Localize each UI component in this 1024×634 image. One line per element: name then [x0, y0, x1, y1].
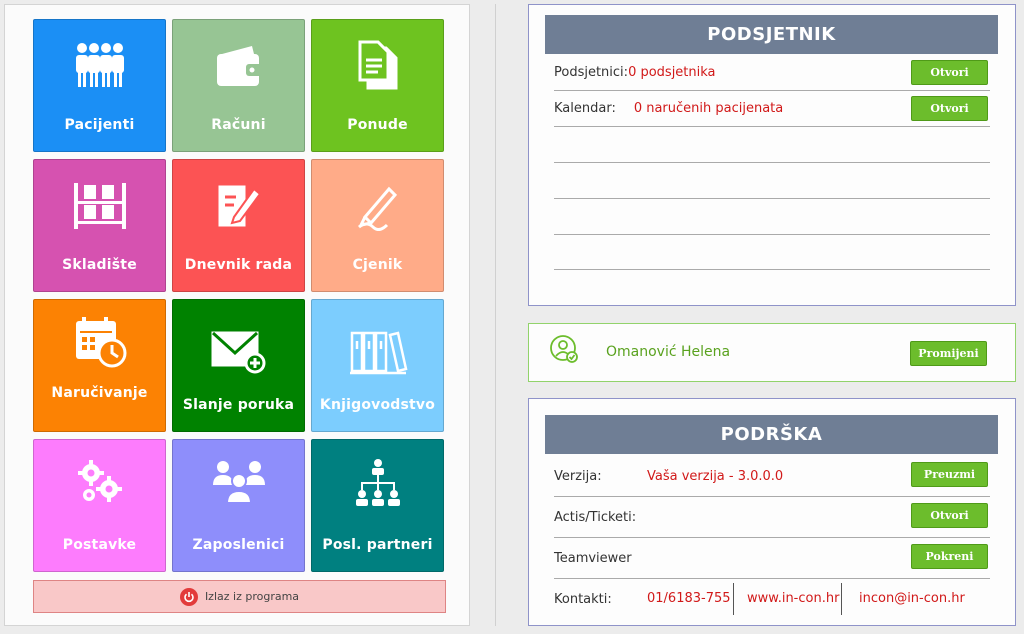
tile-label: Skladište	[62, 257, 137, 273]
support-panel: PODRŠKA Verzija: Vaša verzija - 3.0.0.0 …	[528, 398, 1016, 626]
shelf-icon	[73, 183, 126, 229]
documents-icon	[358, 40, 397, 90]
calendar-label: Kalendar:	[554, 101, 616, 116]
patients-icon	[75, 43, 124, 87]
version-row: Verzija: Vaša verzija - 3.0.0.0 Preuzmi	[554, 456, 990, 497]
teamviewer-label: Teamviewer	[554, 550, 632, 566]
calendar-row: Kalendar: 0 naručenih pacijenata Otvori	[554, 91, 990, 127]
empty-row-line	[554, 162, 990, 163]
tickets-row: Actis/Ticketi: Otvori	[554, 497, 990, 538]
tile-label: Pacijenti	[64, 117, 135, 133]
tile-label: Postavke	[62, 537, 137, 553]
tile-label: Cjenik	[352, 257, 403, 273]
tile-ponude[interactable]: Ponude	[311, 19, 444, 152]
contacts-label: Kontakti:	[554, 592, 612, 607]
reminder-label: Podsjetnici:	[554, 65, 629, 80]
pen-icon	[357, 186, 397, 231]
wallet-icon	[216, 46, 262, 86]
tile-pacijenti[interactable]: Pacijenti	[33, 19, 166, 152]
reminder-title: PODSJETNIK	[545, 15, 998, 54]
calendar-value: 0 naručenih pacijenata	[633, 101, 784, 116]
calendar-clock-icon	[75, 317, 126, 368]
employees-icon	[212, 461, 265, 504]
user-name: Omanović Helena	[606, 344, 731, 360]
tile-label: Knjigovodstvo	[319, 397, 436, 413]
tile-cjenik[interactable]: Cjenik	[311, 159, 444, 292]
contact-web[interactable]: www.in-con.hr	[747, 583, 843, 615]
contact-email[interactable]: incon@in-con.hr	[859, 583, 965, 615]
tile-label: Dnevnik rada	[184, 257, 293, 273]
tile-label: Računi	[211, 117, 266, 133]
tickets-label: Actis/Ticketi:	[554, 509, 637, 525]
tile-postavke[interactable]: Postavke	[33, 439, 166, 572]
contact-phone: 01/6183-755	[647, 583, 734, 615]
main-menu-panel: Pacijenti Računi Ponude Skladište Dnevni…	[4, 4, 470, 626]
reminder-value: 0 podsjetnika	[628, 65, 716, 80]
tile-racuni[interactable]: Računi	[172, 19, 305, 152]
teamviewer-row: Teamviewer Pokreni	[554, 538, 990, 579]
tile-label: Posl. partneri	[322, 537, 433, 553]
open-reminders-button[interactable]: Otvori	[911, 60, 988, 85]
tile-posl-partneri[interactable]: Posl. partneri	[311, 439, 444, 572]
user-icon	[549, 334, 581, 370]
exit-button[interactable]: Izlaz iz programa	[33, 580, 446, 613]
binders-icon	[349, 331, 407, 375]
tile-label: Ponude	[347, 117, 408, 133]
divider	[495, 4, 496, 626]
exit-label: Izlaz iz programa	[204, 590, 300, 603]
tile-knjigovodstvo[interactable]: Knjigovodstvo	[311, 299, 444, 432]
change-user-button[interactable]: Promijeni	[910, 341, 987, 366]
download-button[interactable]: Preuzmi	[911, 462, 988, 487]
tile-label: Zaposlenici	[192, 537, 285, 553]
tile-label: Slanje poruka	[182, 397, 295, 413]
tile-label: Naručivanje	[51, 385, 148, 401]
power-icon	[179, 587, 198, 606]
support-title: PODRŠKA	[545, 415, 998, 454]
user-panel: Omanović Helena Promijeni	[528, 323, 1016, 382]
mail-plus-icon	[211, 331, 265, 374]
reminder-panel: PODSJETNIK Podsjetnici: 0 podsjetnika Ot…	[528, 4, 1016, 306]
tile-zaposlenici[interactable]: Zaposlenici	[172, 439, 305, 572]
empty-row-line	[554, 198, 990, 199]
contacts-row: Kontakti: 01/6183-755 www.in-con.hr inco…	[554, 579, 990, 620]
gears-icon	[77, 460, 122, 502]
reminder-row: Podsjetnici: 0 podsjetnika Otvori	[554, 55, 990, 91]
empty-row-line	[554, 234, 990, 235]
version-value: Vaša verzija - 3.0.0.0	[647, 468, 784, 484]
tile-skladiste[interactable]: Skladište	[33, 159, 166, 292]
org-chart-icon	[355, 459, 400, 506]
tile-slanje-poruka[interactable]: Slanje poruka	[172, 299, 305, 432]
open-calendar-button[interactable]: Otvori	[911, 96, 988, 121]
open-tickets-button[interactable]: Otvori	[911, 503, 988, 528]
edit-document-icon	[218, 185, 261, 227]
empty-row-line	[554, 269, 990, 270]
start-teamviewer-button[interactable]: Pokreni	[911, 544, 988, 569]
tile-narucivanje[interactable]: Naručivanje	[33, 299, 166, 432]
tile-dnevnik-rada[interactable]: Dnevnik rada	[172, 159, 305, 292]
version-label: Verzija:	[554, 468, 602, 484]
